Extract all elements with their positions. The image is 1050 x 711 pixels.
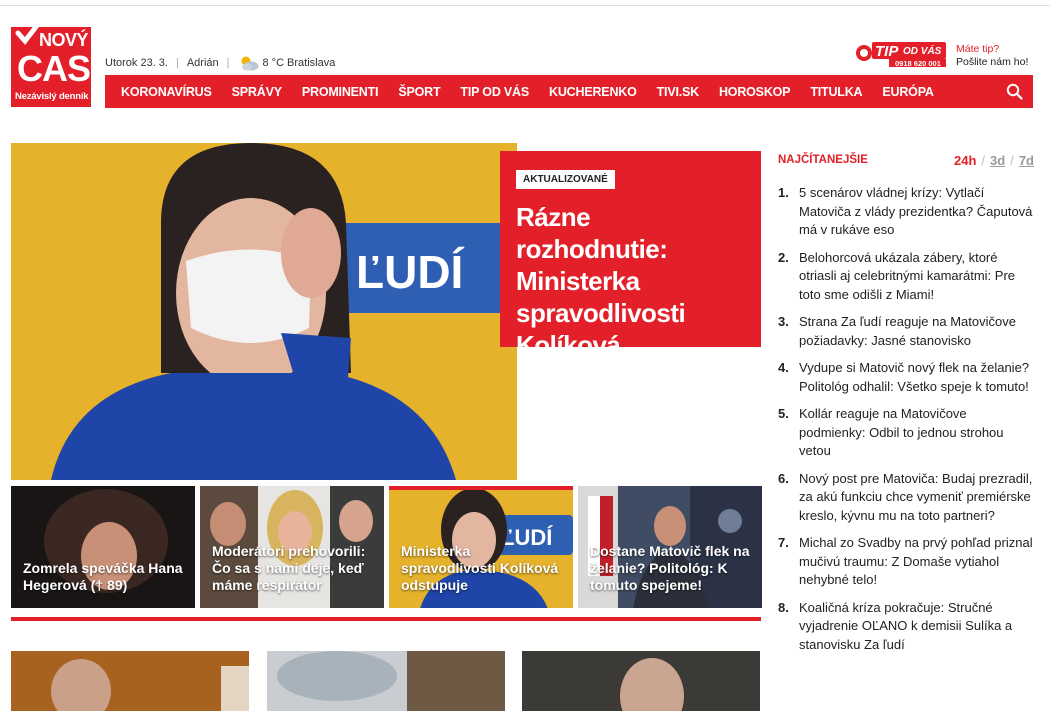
rank-number: 1. xyxy=(778,185,789,200)
list-item[interactable]: 2. Belohorcová ukázala zábery, ktoré otri… xyxy=(778,249,1034,305)
svg-text:0918 620 001: 0918 620 001 xyxy=(895,59,941,68)
hero-title[interactable]: Rázne rozhodnutie: Ministerka spravodliv… xyxy=(516,201,745,393)
article-card[interactable]: ĽUDÍ Ministerka spravodlivosti Kolíková … xyxy=(389,486,573,608)
tip-cta-text: Pošlite nám ho! xyxy=(956,56,1029,68)
section-divider xyxy=(11,617,761,621)
nav-item-tivi[interactable]: TIVI.SK xyxy=(657,85,700,99)
card-title: Ministerka spravodlivosti Kolíková odstu… xyxy=(401,543,559,593)
weather-widget[interactable]: 8 °C Bratislava xyxy=(238,55,336,71)
svg-text:TIP: TIP xyxy=(875,43,899,60)
nav-item-sport[interactable]: ŠPORT xyxy=(398,85,440,99)
article-link[interactable]: Kollár reaguje na Matovičove podmienky: … xyxy=(799,405,1034,461)
rank-number: 8. xyxy=(778,599,789,615)
article-link[interactable]: Michal zo Svadby na prvý pohľad priznal … xyxy=(799,534,1034,590)
article-card[interactable] xyxy=(11,651,249,711)
card-title: Dostane Matovič flek na želanie? Politol… xyxy=(590,543,750,593)
tab-7d[interactable]: 7d xyxy=(1019,153,1034,168)
period-tabs: 24h/3d/7d xyxy=(954,152,1034,168)
date-text: Utorok 23. 3. xyxy=(105,57,168,69)
city: Bratislava xyxy=(287,57,336,69)
card-photo xyxy=(522,651,760,711)
rank-number: 4. xyxy=(778,360,789,375)
logo-tagline: Nezávislý denník xyxy=(15,91,89,102)
list-item[interactable]: 6. Nový post pre Matoviča: Budaj prezradi… xyxy=(778,470,1034,526)
card-title: Moderátori prehovorili: Čo sa s nami dej… xyxy=(212,543,366,593)
card-photo xyxy=(11,651,249,711)
hero-sign-text: ĽUDÍ xyxy=(356,246,465,298)
list-item[interactable]: 1. 5 scenárov vládnej krízy: Vytlačí Mato… xyxy=(778,184,1034,240)
temperature: 8 °C xyxy=(262,57,285,69)
site-logo[interactable]: NOVÝ CAS Nezávislý denník xyxy=(11,21,91,107)
article-link[interactable]: Koaličná kríza pokračuje: Stručné vyjadr… xyxy=(799,599,1034,655)
most-read-header: NAJČÍTANEJŠIE 24h/3d/7d xyxy=(778,150,1034,170)
checkmark-icon xyxy=(15,21,42,45)
nav-item-tip-od-vas[interactable]: TIP OD VÁS xyxy=(460,85,529,99)
rank-number: 2. xyxy=(778,249,789,265)
svg-text:OD VÁS: OD VÁS xyxy=(903,44,942,57)
article-link[interactable]: Belohorcová ukázala zábery, ktoré otrias… xyxy=(799,249,1034,305)
article-card[interactable]: Dostane Matovič flek na želanie? Politol… xyxy=(578,486,762,608)
hero-photo: ĽUDÍ xyxy=(11,143,517,480)
card-title: Zomrela speváčka Hana Hegerová († 89) xyxy=(23,560,183,593)
nav-item-horoskop[interactable]: HOROSKOP xyxy=(719,85,791,99)
article-card[interactable]: Zomrela speváčka Hana Hegerová († 89) xyxy=(11,486,195,608)
date-weather-bar: Utorok 23. 3. | Adrián | 8 °C Bratislava xyxy=(105,55,335,71)
tab-3d[interactable]: 3d xyxy=(990,153,1005,168)
nameday-text: Adrián xyxy=(186,57,219,69)
article-link[interactable]: Strana Za ľudí reaguje na Matovičove pož… xyxy=(799,313,1034,350)
rank-number: 6. xyxy=(778,470,789,486)
tab-24h[interactable]: 24h xyxy=(954,153,976,168)
nav-item-prominenti[interactable]: PROMINENTI xyxy=(302,85,379,99)
hero-headline-box[interactable]: AKTUALIZOVANÉ Rázne rozhodnutie: Ministe… xyxy=(500,151,761,392)
list-item[interactable]: 3. Strana Za ľudí reaguje na Matovičove p… xyxy=(778,313,1034,350)
card-photo xyxy=(267,651,505,711)
nav-item-koronavirus[interactable]: KORONAVÍRUS xyxy=(121,85,212,99)
tip-question: Máte tip? xyxy=(956,43,1000,55)
most-read-list: 1. 5 scenárov vládnej krízy: Vytlačí Mato… xyxy=(778,184,1034,654)
list-item[interactable]: 8. Koaličná kríza pokračuje: Stručné vyja… xyxy=(778,599,1034,655)
main-navigation: KORONAVÍRUS SPRÁVY PROMINENTI ŠPORT TIP … xyxy=(105,75,1033,108)
separator: | xyxy=(226,57,230,69)
separator: | xyxy=(175,57,179,69)
article-card[interactable] xyxy=(267,651,505,711)
nav-item-titulka[interactable]: TITULKA xyxy=(810,85,862,99)
tip-od-vas-badge[interactable]: TIP OD VÁS 0918 620 001 xyxy=(855,40,947,68)
logo-main-text: CAS xyxy=(17,48,91,89)
nav-item-europa[interactable]: EURÓPA xyxy=(882,85,934,99)
tip-logo-icon: TIP OD VÁS 0918 620 001 xyxy=(856,42,946,68)
article-link[interactable]: Nový post pre Matoviča: Budaj prezradil,… xyxy=(799,470,1034,526)
nav-item-kucherenko[interactable]: KUCHERENKO xyxy=(549,85,637,99)
rank-number: 5. xyxy=(778,406,789,421)
article-card[interactable] xyxy=(522,651,760,711)
list-item[interactable]: 4. Vydupe si Matovič nový flek na želanie… xyxy=(778,359,1034,396)
rank-number: 7. xyxy=(778,535,789,550)
list-item[interactable]: 5. Kollár reaguje na Matovičove podmienky… xyxy=(778,405,1034,461)
article-link[interactable]: 5 scenárov vládnej krízy: Vytlačí Matovi… xyxy=(799,184,1034,240)
search-icon[interactable] xyxy=(1006,83,1023,100)
list-item[interactable]: 7. Michal zo Svadby na prvý pohľad prizna… xyxy=(778,534,1034,590)
top-border xyxy=(0,5,1050,6)
nav-item-spravy[interactable]: SPRÁVY xyxy=(232,85,282,99)
article-card[interactable]: Moderátori prehovorili: Čo sa s nami dej… xyxy=(200,486,384,608)
most-read-sidebar: NAJČÍTANEJŠIE 24h/3d/7d 1. 5 scenárov vlá… xyxy=(778,150,1034,663)
tip-cta[interactable]: Máte tip? Pošlite nám ho! xyxy=(956,43,1028,69)
hero-article-image[interactable]: ĽUDÍ xyxy=(11,143,517,480)
updated-badge: AKTUALIZOVANÉ xyxy=(516,170,615,189)
article-link[interactable]: Vydupe si Matovič nový flek na želanie? … xyxy=(799,359,1034,396)
rank-number: 3. xyxy=(778,314,789,329)
most-read-title: NAJČÍTANEJŠIE xyxy=(778,154,868,166)
weather-cloud-sun-icon xyxy=(241,56,258,71)
